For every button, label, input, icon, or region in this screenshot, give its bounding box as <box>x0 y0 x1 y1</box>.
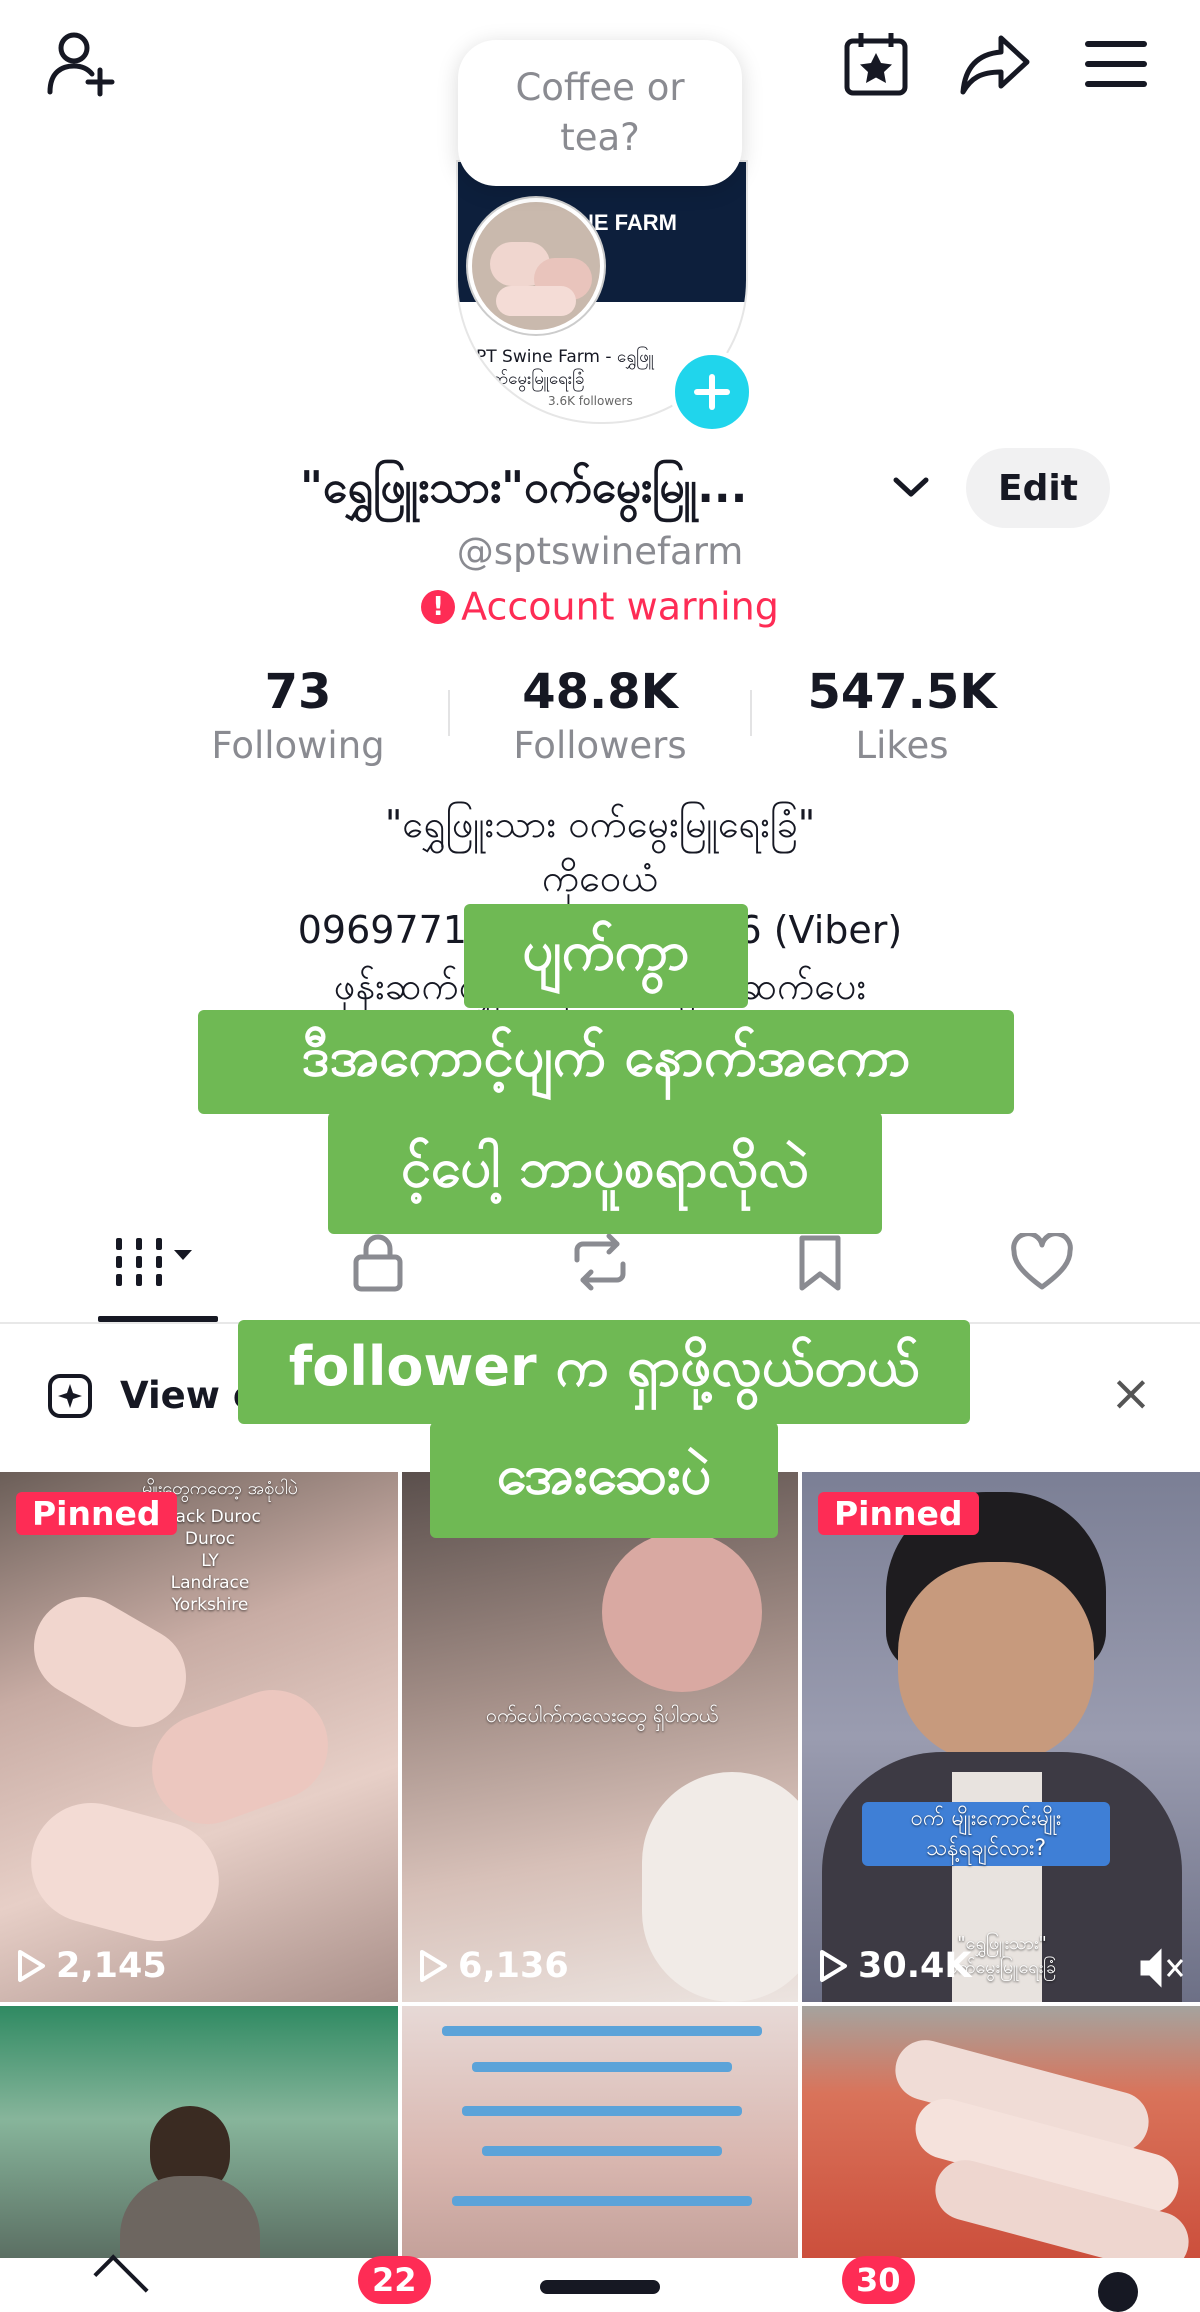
play-icon <box>820 1950 847 1982</box>
pinned-badge: Pinned <box>818 1492 979 1535</box>
stat-following-value: 73 <box>264 664 332 720</box>
play-icon <box>420 1950 447 1982</box>
account-warning-label: Account warning <box>461 584 779 629</box>
video-thumbnail[interactable]: မျိုးတွေကတော့ အစုံပါပဲ Black Duroc Duroc… <box>0 1472 398 2002</box>
avatar-card-followers: 3.6K followers <box>548 394 633 408</box>
edit-button[interactable]: Edit <box>966 448 1110 528</box>
pinned-badge: Pinned <box>16 1492 177 1535</box>
stat-likes-label: Likes <box>855 724 949 767</box>
stat-likes[interactable]: 547.5K Likes <box>772 664 1032 767</box>
stat-following[interactable]: 73 Following <box>168 664 428 767</box>
avatar-photo <box>468 198 604 334</box>
stat-divider <box>750 690 752 736</box>
inbox-badge: 22 <box>358 2256 431 2304</box>
video-thumbnail[interactable]: ဝက် မျိုးကောင်းမျိုး သန့်ရချင်လား? "ရွှေ… <box>802 1472 1200 2002</box>
play-icon <box>18 1950 45 1982</box>
hamburger-menu-icon[interactable] <box>1076 24 1156 104</box>
bio-line: "ရွှေဖြူးသား ဝက်မွေးမြူရေးခြံ" <box>384 802 816 846</box>
caption-overlay: ပျက်ကွာ <box>464 904 748 1008</box>
stat-following-label: Following <box>211 724 385 767</box>
tab-private-lock-icon[interactable] <box>318 1222 438 1302</box>
view-count: 2,145 <box>16 1946 167 1986</box>
share-arrow-icon[interactable] <box>956 24 1036 104</box>
stat-followers-label: Followers <box>513 724 687 767</box>
video-overlay-text: ဝက်ပေါက်ကလေးတွေ ရှိပါတယ် <box>485 1703 719 1727</box>
close-icon[interactable]: × <box>1110 1364 1152 1422</box>
tab-videos[interactable] <box>98 1222 218 1302</box>
home-icon[interactable] <box>93 2254 149 2310</box>
bio-line: ကိုဝေယံ <box>541 856 659 900</box>
stat-followers-value: 48.8K <box>522 664 678 720</box>
add-friend-icon[interactable] <box>42 24 122 104</box>
warning-icon: ! <box>421 589 456 624</box>
tab-bookmark-icon[interactable] <box>760 1222 880 1302</box>
stat-likes-value: 547.5K <box>807 664 997 720</box>
muted-speaker-icon[interactable] <box>1140 1948 1184 1992</box>
video-thumbnail[interactable] <box>0 2006 398 2258</box>
chevron-down-icon[interactable] <box>890 472 932 506</box>
stat-followers[interactable]: 48.8K Followers <box>470 664 730 767</box>
caption-overlay: အေးဆေးပဲ <box>430 1422 778 1538</box>
username-handle: @sptswinefarm <box>456 530 744 573</box>
profile-nav-icon[interactable] <box>1098 2272 1138 2312</box>
caption-overlay: င့်ပေါ့ ဘာပူစရာလိုလဲ <box>328 1112 882 1234</box>
video-thumbnail[interactable]: ဝက်ပေါက်ကလေးတွေ ရှိပါတယ် 6,136 <box>402 1472 798 2002</box>
view-count-value: 30.4K <box>858 1946 972 1986</box>
video-thumbnail[interactable] <box>802 2006 1200 2258</box>
calendar-star-icon[interactable] <box>836 24 916 104</box>
tooltip-bubble: Coffee or tea? <box>458 40 742 186</box>
video-overlay-text: ဝက် မျိုးကောင်းမျိုး သန့်ရချင်လား? <box>862 1802 1110 1866</box>
account-warning[interactable]: ! Account warning <box>0 582 1200 629</box>
tab-liked-heart-icon[interactable] <box>982 1222 1102 1302</box>
sparkle-icon <box>46 1372 94 1424</box>
view-count-value: 2,145 <box>56 1946 167 1986</box>
bottom-nav <box>0 2254 1200 2312</box>
avatar-card-sub: ဝက်မွေးမြူရေးခြံ <box>482 369 585 389</box>
view-count: 30.4K <box>818 1946 971 1986</box>
profile-name[interactable]: "ရွှေဖြူးသား"ဝက်မွေးမြူ... <box>300 460 747 524</box>
messages-badge: 30 <box>842 2256 915 2304</box>
video-thumbnail[interactable] <box>402 2006 798 2258</box>
add-avatar-plus-icon[interactable] <box>670 350 754 434</box>
tab-repost-icon[interactable] <box>540 1222 660 1302</box>
view-count-value: 6,136 <box>458 1946 569 1986</box>
stat-divider <box>448 690 450 736</box>
view-count: 6,136 <box>418 1946 569 1986</box>
caption-overlay: ဒီအကောင့်ပျက် နောက်အကော <box>198 1010 1014 1114</box>
caption-overlay: follower က ရှာဖို့လွယ်တယ် <box>238 1320 970 1424</box>
name-row: "ရွှေဖြူးသား"ဝက်မွေးမြူ... Edit <box>0 448 1200 528</box>
